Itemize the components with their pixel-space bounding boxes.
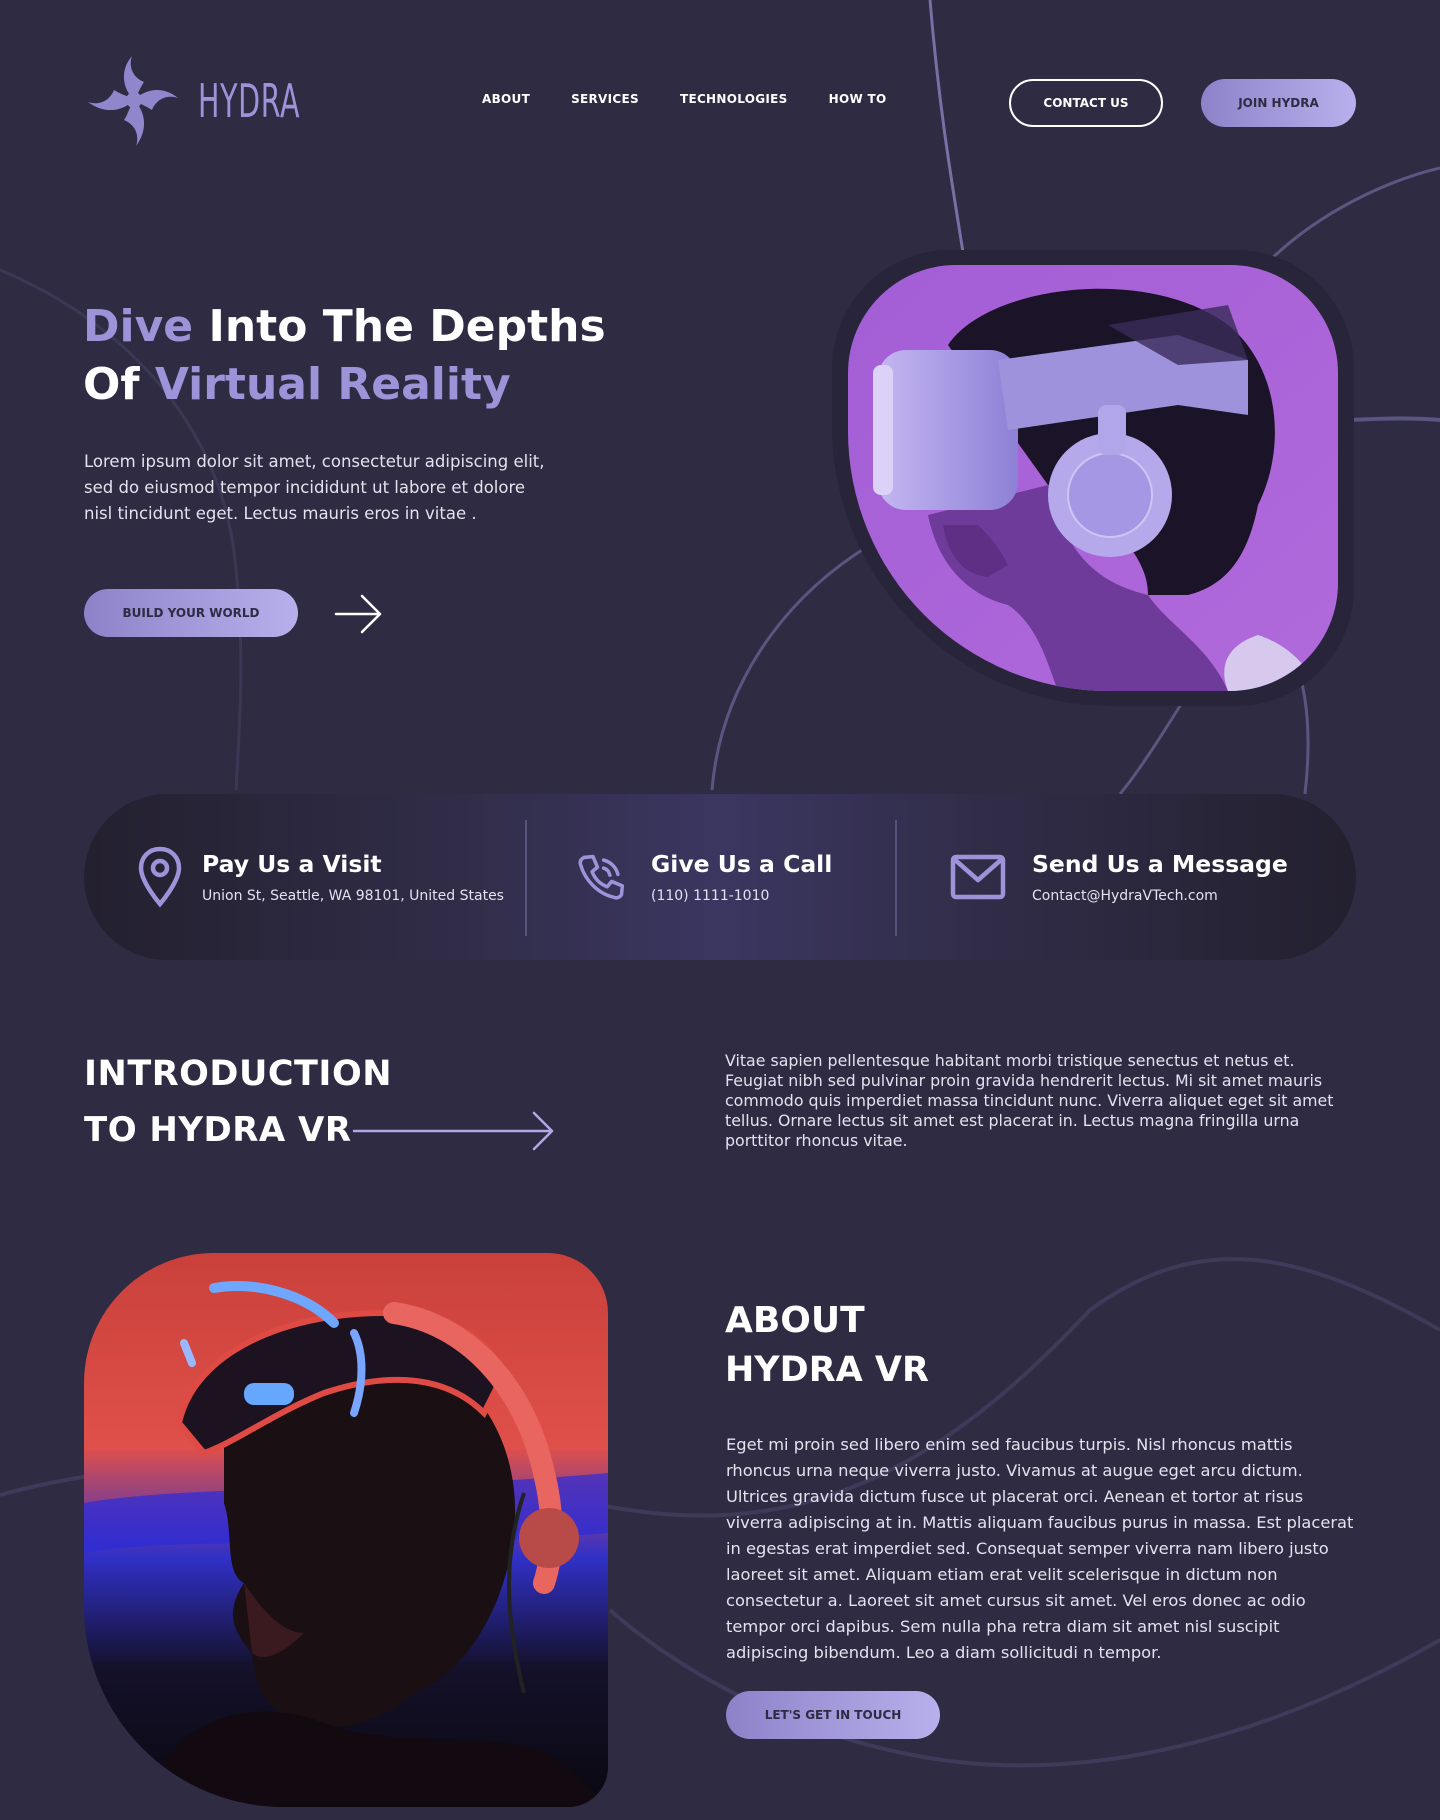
nav-services[interactable]: SERVICES — [571, 92, 639, 106]
contact-visit: Pay Us a Visit Union St, Seattle, WA 981… — [136, 845, 504, 909]
vr-user-illustration — [84, 1253, 608, 1807]
contact-message-email[interactable]: Contact@HydraVTech.com — [1032, 888, 1288, 904]
hero-title-accent-1: Dive — [83, 301, 194, 352]
hero-title-part-3: Of — [83, 359, 155, 410]
contact-visit-address: Union St, Seattle, WA 98101, United Stat… — [202, 888, 504, 904]
about-vr-user-image — [84, 1253, 608, 1807]
brand-name: HYDRA — [198, 74, 301, 128]
about-description: Eget mi proin sed libero enim sed faucib… — [726, 1435, 1354, 1662]
divider — [525, 820, 527, 936]
nav-technologies[interactable]: TECHNOLOGIES — [680, 92, 788, 106]
logo[interactable]: HYDRA — [82, 48, 363, 154]
hero-title-accent-2: Virtual Reality — [154, 359, 511, 410]
hero-title: Dive Into The Depths Of Virtual Reality — [83, 298, 643, 414]
contact-bar: Pay Us a Visit Union St, Seattle, WA 981… — [84, 794, 1356, 960]
get-in-touch-button[interactable]: LET'S GET IN TOUCH — [726, 1691, 940, 1739]
contact-call-title: Give Us a Call — [651, 850, 833, 878]
join-hydra-button[interactable]: JOIN HYDRA — [1201, 79, 1356, 127]
main-nav: ABOUT SERVICES TECHNOLOGIES HOW TO — [482, 92, 886, 106]
long-arrow-right-icon[interactable] — [352, 1110, 556, 1152]
hero-description: Lorem ipsum dolor sit amet, consectetur … — [84, 452, 545, 523]
about-heading: ABOUT — [725, 1300, 865, 1341]
intro-subheading: TO HYDRA VR — [84, 1110, 352, 1150]
hydra-logo-icon — [88, 56, 178, 146]
contact-visit-title: Pay Us a Visit — [202, 850, 382, 878]
nav-about[interactable]: ABOUT — [482, 92, 530, 106]
intro-description: Vitae sapien pellentesque habitant morbi… — [725, 1051, 1334, 1150]
contact-call-phone[interactable]: (110) 1111-1010 — [651, 888, 832, 904]
hero-title-part-2: Into The Depths — [193, 301, 606, 352]
contact-call: Give Us a Call (110) 1111-1010 — [577, 845, 832, 909]
nav-how-to[interactable]: HOW TO — [829, 92, 887, 106]
intro-heading: INTRODUCTION — [84, 1054, 392, 1094]
location-pin-icon — [136, 845, 184, 909]
phone-icon — [577, 845, 625, 909]
divider — [895, 820, 897, 936]
contact-us-button[interactable]: CONTACT US — [1009, 79, 1163, 127]
arrow-right-icon[interactable] — [334, 592, 384, 636]
build-your-world-button[interactable]: BUILD YOUR WORLD — [84, 589, 298, 637]
mail-icon — [950, 845, 1006, 909]
contact-message-title: Send Us a Message — [1032, 850, 1288, 878]
contact-message: Send Us a Message Contact@HydraVTech.com — [950, 845, 1288, 909]
about-subheading: HYDRA VR — [725, 1350, 929, 1390]
